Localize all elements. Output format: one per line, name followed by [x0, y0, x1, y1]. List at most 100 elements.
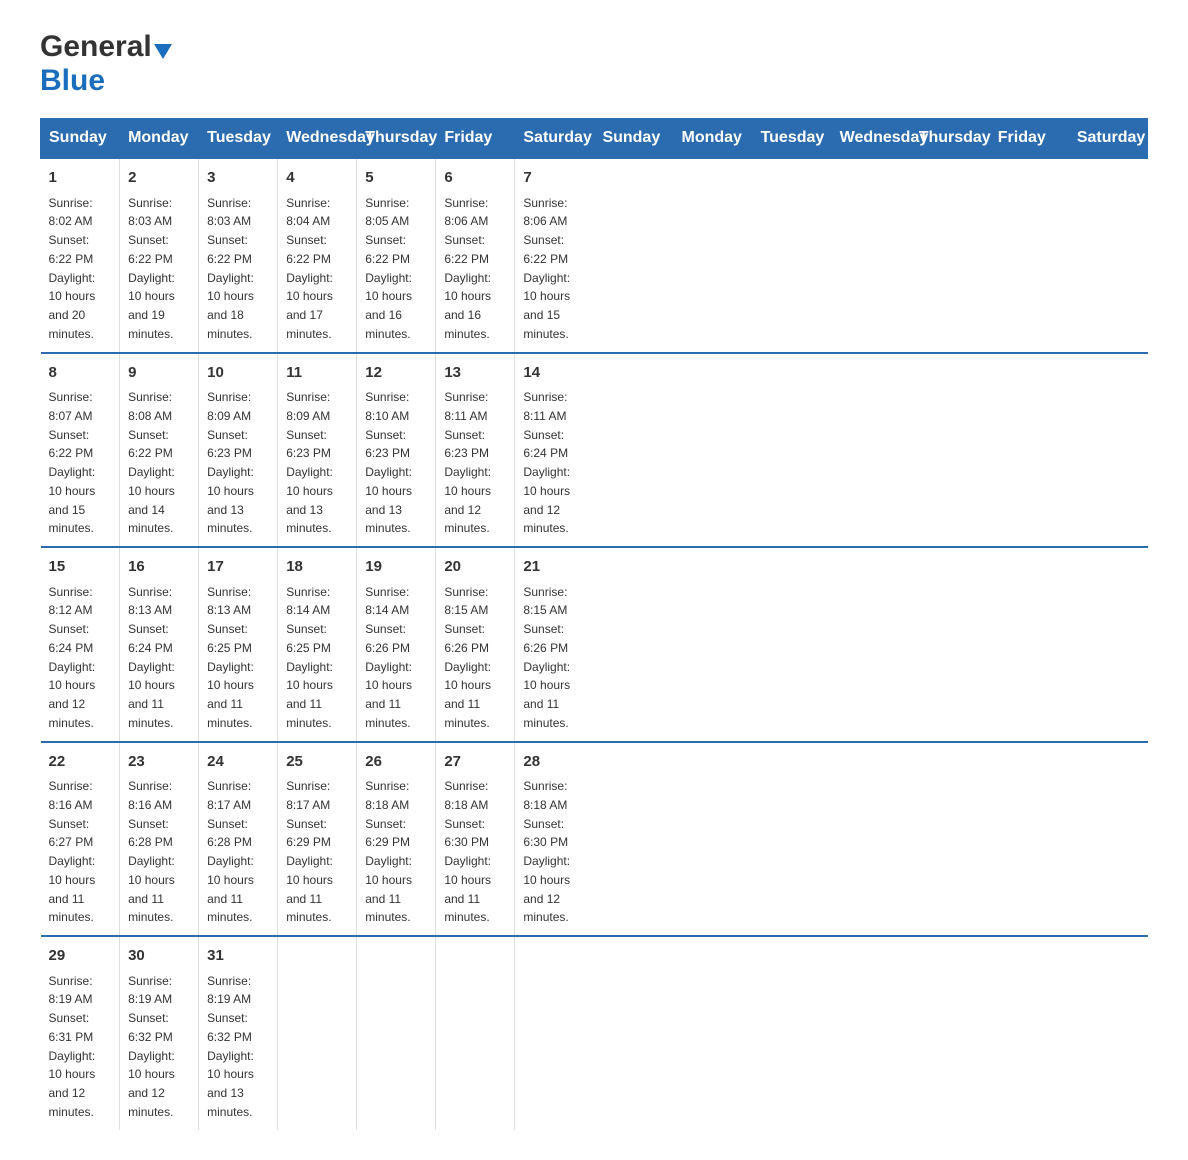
calendar-cell: 25 Sunrise: 8:17 AMSunset: 6:29 PMDaylig…	[278, 742, 357, 937]
column-header-wednesday: Wednesday	[831, 119, 910, 159]
column-header-saturday: Saturday	[515, 119, 594, 159]
day-number: 20	[444, 556, 506, 579]
column-header-tuesday: Tuesday	[752, 119, 831, 159]
day-info: Sunrise: 8:05 AMSunset: 6:22 PMDaylight:…	[365, 196, 412, 341]
day-info: Sunrise: 8:10 AMSunset: 6:23 PMDaylight:…	[365, 390, 412, 535]
page-header: General Blue	[40, 30, 1148, 98]
calendar-cell: 28 Sunrise: 8:18 AMSunset: 6:30 PMDaylig…	[515, 742, 594, 937]
column-header-sunday: Sunday	[41, 119, 120, 159]
column-header-monday: Monday	[673, 119, 752, 159]
day-number: 23	[128, 751, 190, 774]
day-info: Sunrise: 8:04 AMSunset: 6:22 PMDaylight:…	[286, 196, 333, 341]
calendar-cell: 23 Sunrise: 8:16 AMSunset: 6:28 PMDaylig…	[120, 742, 199, 937]
day-info: Sunrise: 8:18 AMSunset: 6:29 PMDaylight:…	[365, 779, 412, 924]
day-info: Sunrise: 8:13 AMSunset: 6:24 PMDaylight:…	[128, 585, 175, 730]
calendar-cell: 4 Sunrise: 8:04 AMSunset: 6:22 PMDayligh…	[278, 158, 357, 353]
day-number: 24	[207, 751, 269, 774]
calendar-cell: 5 Sunrise: 8:05 AMSunset: 6:22 PMDayligh…	[357, 158, 436, 353]
column-header-sunday: Sunday	[594, 119, 673, 159]
calendar-cell: 9 Sunrise: 8:08 AMSunset: 6:22 PMDayligh…	[120, 353, 199, 548]
day-number: 25	[286, 751, 348, 774]
calendar-cell	[357, 936, 436, 1130]
day-info: Sunrise: 8:17 AMSunset: 6:29 PMDaylight:…	[286, 779, 333, 924]
calendar-cell: 30 Sunrise: 8:19 AMSunset: 6:32 PMDaylig…	[120, 936, 199, 1130]
calendar-cell: 6 Sunrise: 8:06 AMSunset: 6:22 PMDayligh…	[436, 158, 515, 353]
day-number: 28	[523, 751, 586, 774]
column-header-monday: Monday	[120, 119, 199, 159]
calendar-cell: 26 Sunrise: 8:18 AMSunset: 6:29 PMDaylig…	[357, 742, 436, 937]
calendar-cell: 31 Sunrise: 8:19 AMSunset: 6:32 PMDaylig…	[199, 936, 278, 1130]
day-info: Sunrise: 8:19 AMSunset: 6:31 PMDaylight:…	[49, 974, 96, 1119]
calendar-cell	[436, 936, 515, 1130]
column-header-thursday: Thursday	[910, 119, 989, 159]
column-header-wednesday: Wednesday	[278, 119, 357, 159]
calendar-week-1: 1 Sunrise: 8:02 AMSunset: 6:22 PMDayligh…	[41, 158, 1148, 353]
day-number: 6	[444, 167, 506, 190]
day-info: Sunrise: 8:14 AMSunset: 6:26 PMDaylight:…	[365, 585, 412, 730]
day-number: 15	[49, 556, 112, 579]
day-info: Sunrise: 8:11 AMSunset: 6:24 PMDaylight:…	[523, 390, 570, 535]
calendar-cell: 15 Sunrise: 8:12 AMSunset: 6:24 PMDaylig…	[41, 547, 120, 742]
column-header-friday: Friday	[436, 119, 515, 159]
day-number: 11	[286, 362, 348, 385]
day-info: Sunrise: 8:15 AMSunset: 6:26 PMDaylight:…	[523, 585, 570, 730]
day-info: Sunrise: 8:03 AMSunset: 6:22 PMDaylight:…	[207, 196, 254, 341]
calendar-cell: 3 Sunrise: 8:03 AMSunset: 6:22 PMDayligh…	[199, 158, 278, 353]
day-info: Sunrise: 8:17 AMSunset: 6:28 PMDaylight:…	[207, 779, 254, 924]
day-info: Sunrise: 8:06 AMSunset: 6:22 PMDaylight:…	[444, 196, 491, 341]
calendar-cell: 13 Sunrise: 8:11 AMSunset: 6:23 PMDaylig…	[436, 353, 515, 548]
day-number: 21	[523, 556, 586, 579]
day-number: 30	[128, 945, 190, 968]
logo: General Blue	[40, 30, 172, 98]
calendar-cell: 16 Sunrise: 8:13 AMSunset: 6:24 PMDaylig…	[120, 547, 199, 742]
calendar-cell: 12 Sunrise: 8:10 AMSunset: 6:23 PMDaylig…	[357, 353, 436, 548]
day-number: 18	[286, 556, 348, 579]
calendar-cell: 8 Sunrise: 8:07 AMSunset: 6:22 PMDayligh…	[41, 353, 120, 548]
logo-blue-text: Blue	[40, 64, 172, 98]
day-info: Sunrise: 8:19 AMSunset: 6:32 PMDaylight:…	[128, 974, 175, 1119]
day-info: Sunrise: 8:15 AMSunset: 6:26 PMDaylight:…	[444, 585, 491, 730]
calendar-week-2: 8 Sunrise: 8:07 AMSunset: 6:22 PMDayligh…	[41, 353, 1148, 548]
day-number: 26	[365, 751, 427, 774]
day-number: 10	[207, 362, 269, 385]
day-number: 14	[523, 362, 586, 385]
day-info: Sunrise: 8:16 AMSunset: 6:27 PMDaylight:…	[49, 779, 96, 924]
calendar-cell	[278, 936, 357, 1130]
day-info: Sunrise: 8:08 AMSunset: 6:22 PMDaylight:…	[128, 390, 175, 535]
day-info: Sunrise: 8:14 AMSunset: 6:25 PMDaylight:…	[286, 585, 333, 730]
calendar-cell: 10 Sunrise: 8:09 AMSunset: 6:23 PMDaylig…	[199, 353, 278, 548]
day-number: 9	[128, 362, 190, 385]
column-header-tuesday: Tuesday	[199, 119, 278, 159]
day-info: Sunrise: 8:16 AMSunset: 6:28 PMDaylight:…	[128, 779, 175, 924]
day-number: 3	[207, 167, 269, 190]
calendar-cell: 17 Sunrise: 8:13 AMSunset: 6:25 PMDaylig…	[199, 547, 278, 742]
calendar-cell: 1 Sunrise: 8:02 AMSunset: 6:22 PMDayligh…	[41, 158, 120, 353]
day-number: 19	[365, 556, 427, 579]
day-number: 8	[49, 362, 112, 385]
calendar-cell: 22 Sunrise: 8:16 AMSunset: 6:27 PMDaylig…	[41, 742, 120, 937]
day-number: 4	[286, 167, 348, 190]
day-number: 29	[49, 945, 112, 968]
day-info: Sunrise: 8:09 AMSunset: 6:23 PMDaylight:…	[286, 390, 333, 535]
day-number: 13	[444, 362, 506, 385]
day-info: Sunrise: 8:06 AMSunset: 6:22 PMDaylight:…	[523, 196, 570, 341]
day-number: 17	[207, 556, 269, 579]
calendar-cell: 2 Sunrise: 8:03 AMSunset: 6:22 PMDayligh…	[120, 158, 199, 353]
day-number: 5	[365, 167, 427, 190]
day-info: Sunrise: 8:13 AMSunset: 6:25 PMDaylight:…	[207, 585, 254, 730]
column-header-friday: Friday	[989, 119, 1068, 159]
day-number: 7	[523, 167, 586, 190]
day-info: Sunrise: 8:18 AMSunset: 6:30 PMDaylight:…	[444, 779, 491, 924]
day-number: 1	[49, 167, 112, 190]
calendar-week-4: 22 Sunrise: 8:16 AMSunset: 6:27 PMDaylig…	[41, 742, 1148, 937]
calendar-week-5: 29 Sunrise: 8:19 AMSunset: 6:31 PMDaylig…	[41, 936, 1148, 1130]
day-info: Sunrise: 8:18 AMSunset: 6:30 PMDaylight:…	[523, 779, 570, 924]
calendar-cell: 24 Sunrise: 8:17 AMSunset: 6:28 PMDaylig…	[199, 742, 278, 937]
logo-general: General	[40, 30, 172, 64]
calendar-cell: 18 Sunrise: 8:14 AMSunset: 6:25 PMDaylig…	[278, 547, 357, 742]
column-header-thursday: Thursday	[357, 119, 436, 159]
day-number: 16	[128, 556, 190, 579]
calendar-week-3: 15 Sunrise: 8:12 AMSunset: 6:24 PMDaylig…	[41, 547, 1148, 742]
day-info: Sunrise: 8:19 AMSunset: 6:32 PMDaylight:…	[207, 974, 254, 1119]
calendar-cell: 11 Sunrise: 8:09 AMSunset: 6:23 PMDaylig…	[278, 353, 357, 548]
